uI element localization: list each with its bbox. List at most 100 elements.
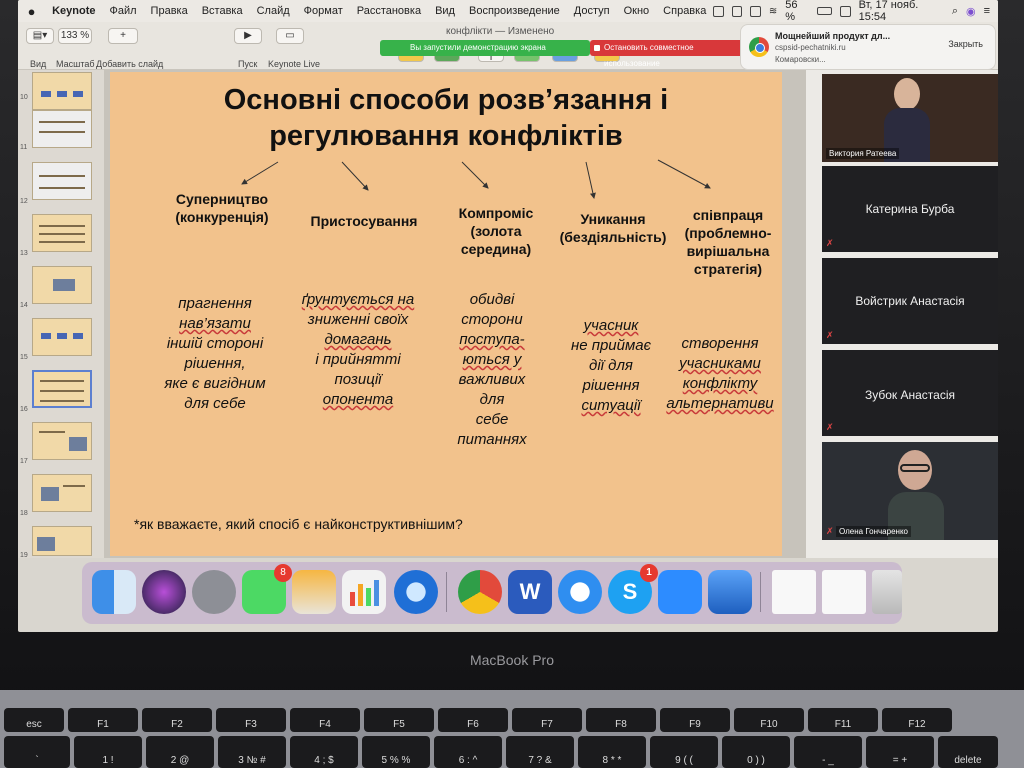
messages-icon[interactable]: 8	[242, 564, 292, 614]
menu-format[interactable]: Формат	[297, 5, 350, 17]
stop-sharing-button[interactable]: Остановить совместное использование	[590, 40, 746, 68]
desc-line: для себе	[184, 395, 246, 412]
slide-thumbnail[interactable]	[32, 266, 92, 304]
launchpad-icon[interactable]	[192, 570, 236, 614]
menu-share[interactable]: Доступ	[567, 5, 617, 17]
slide-thumbnail[interactable]	[32, 162, 92, 200]
numbers-icon[interactable]	[342, 570, 386, 614]
key-0[interactable]: 0 ) )	[722, 736, 790, 768]
key-f11[interactable]: F11	[808, 708, 878, 732]
key-esc[interactable]: esc	[4, 708, 64, 732]
menu-window[interactable]: Окно	[617, 5, 657, 17]
battery-percent[interactable]: 56 %	[785, 0, 809, 23]
siri-icon[interactable]	[142, 570, 186, 614]
participant-tile-video[interactable]: Олена Гончаренко ✗	[822, 442, 998, 540]
wifi-icon[interactable]: ≋	[769, 6, 777, 17]
menu-slide[interactable]: Слайд	[250, 5, 297, 17]
slide-thumbnail[interactable]	[32, 318, 92, 356]
key-backtick[interactable]: `	[4, 736, 70, 768]
play-button[interactable]: ▶	[234, 28, 262, 44]
slide-thumbnail[interactable]	[32, 110, 92, 148]
check-icon[interactable]	[731, 5, 743, 17]
finder-icon[interactable]	[92, 570, 136, 614]
slide-number: 15	[20, 354, 28, 361]
desc-line: альтернативи	[666, 395, 774, 412]
key-delete[interactable]: delete	[938, 736, 998, 768]
key-9[interactable]: 9 ( (	[650, 736, 718, 768]
slide-thumbnail[interactable]	[32, 474, 92, 512]
key-f9[interactable]: F9	[660, 708, 730, 732]
safari-icon[interactable]	[558, 570, 602, 614]
battery-icon[interactable]	[816, 7, 833, 15]
zoom-select[interactable]: 133 %	[58, 28, 92, 44]
key-2[interactable]: 2 @	[146, 736, 214, 768]
participant-tile[interactable]: Катерина Бурба ✗	[822, 166, 998, 252]
participant-tile[interactable]: Зубок Анастасія ✗	[822, 350, 998, 436]
key-f1[interactable]: F1	[68, 708, 138, 732]
menu-play[interactable]: Воспроизведение	[462, 5, 567, 17]
key-f5[interactable]: F5	[364, 708, 434, 732]
menu-file[interactable]: Файл	[103, 5, 144, 17]
notification-text: Комаровски...	[775, 55, 826, 64]
key-f7[interactable]: F7	[512, 708, 582, 732]
quicktime-icon[interactable]	[394, 570, 438, 614]
menu-arrange[interactable]: Расстановка	[350, 5, 428, 17]
key-f6[interactable]: F6	[438, 708, 508, 732]
control-center-icon[interactable]: ≡	[984, 5, 990, 17]
document-title: конфлікти — Изменено	[446, 26, 554, 37]
skype-icon[interactable]: S1	[608, 564, 658, 614]
app-menu[interactable]: Keynote	[45, 5, 102, 17]
keynote-live-button[interactable]: ▭	[276, 28, 304, 44]
view-button[interactable]: ▤▾	[26, 28, 54, 44]
key-f10[interactable]: F10	[734, 708, 804, 732]
key-5[interactable]: 5 % %	[362, 736, 430, 768]
chrome-notification[interactable]: Мощнейший продукт дл... cspsid-pechatnik…	[740, 24, 996, 70]
key-8[interactable]: 8 * *	[578, 736, 646, 768]
key-7[interactable]: 7 ? &	[506, 736, 574, 768]
search-icon[interactable]: ⌕	[952, 5, 958, 18]
slide-thumbnail-selected[interactable]	[32, 370, 92, 408]
desc-line: себе	[475, 411, 509, 428]
desc-line: опонента	[322, 391, 394, 408]
slide-question: *як вважаєте, який спосіб є найконструкт…	[134, 516, 463, 532]
trash-icon[interactable]	[872, 570, 902, 614]
siri-icon[interactable]: ◉	[966, 5, 976, 18]
key-f4[interactable]: F4	[290, 708, 360, 732]
menu-edit[interactable]: Правка	[144, 5, 195, 17]
slide[interactable]: Основні способи розв’язання і регулюванн…	[110, 72, 782, 556]
slide-thumbnail[interactable]	[32, 214, 92, 252]
flag-icon[interactable]	[840, 5, 851, 17]
notification-close-button[interactable]: Закрыть	[948, 39, 983, 49]
key-6[interactable]: 6 : ^	[434, 736, 502, 768]
bluetooth-icon[interactable]	[750, 5, 761, 17]
add-slide-button[interactable]: +	[108, 28, 138, 44]
key-f12[interactable]: F12	[882, 708, 952, 732]
key-f2[interactable]: F2	[142, 708, 212, 732]
slide-thumbnail[interactable]	[32, 72, 92, 110]
clock[interactable]: Вт, 17 нояб. 15:54	[859, 0, 944, 23]
key-3[interactable]: 3 № #	[218, 736, 286, 768]
document-name: конфлікти	[446, 26, 493, 37]
word-icon[interactable]: W	[508, 570, 552, 614]
keynote-icon[interactable]	[708, 570, 752, 614]
key-f8[interactable]: F8	[586, 708, 656, 732]
pages-icon[interactable]	[292, 570, 336, 614]
chrome-icon[interactable]	[458, 570, 502, 614]
key-minus[interactable]: - _	[794, 736, 862, 768]
participant-tile[interactable]: Войстрик Анастасія ✗	[822, 258, 998, 344]
slide-thumbnail[interactable]	[32, 422, 92, 460]
key-1[interactable]: 1 !	[74, 736, 142, 768]
document-preview-icon[interactable]	[772, 570, 816, 614]
key-f3[interactable]: F3	[216, 708, 286, 732]
key-equals[interactable]: = +	[866, 736, 934, 768]
participant-tile-video[interactable]: Виктория Ратеева	[822, 74, 998, 162]
menu-help[interactable]: Справка	[656, 5, 713, 17]
zoom-icon[interactable]	[658, 570, 702, 614]
menu-view[interactable]: Вид	[428, 5, 462, 17]
apple-menu-icon[interactable]: ●	[18, 4, 45, 19]
slide-thumbnail[interactable]	[32, 526, 92, 556]
zoom-status-icon[interactable]	[713, 5, 724, 17]
menu-insert[interactable]: Вставка	[195, 5, 250, 17]
key-4[interactable]: 4 ; $	[290, 736, 358, 768]
screenshot-preview-icon[interactable]	[822, 570, 866, 614]
